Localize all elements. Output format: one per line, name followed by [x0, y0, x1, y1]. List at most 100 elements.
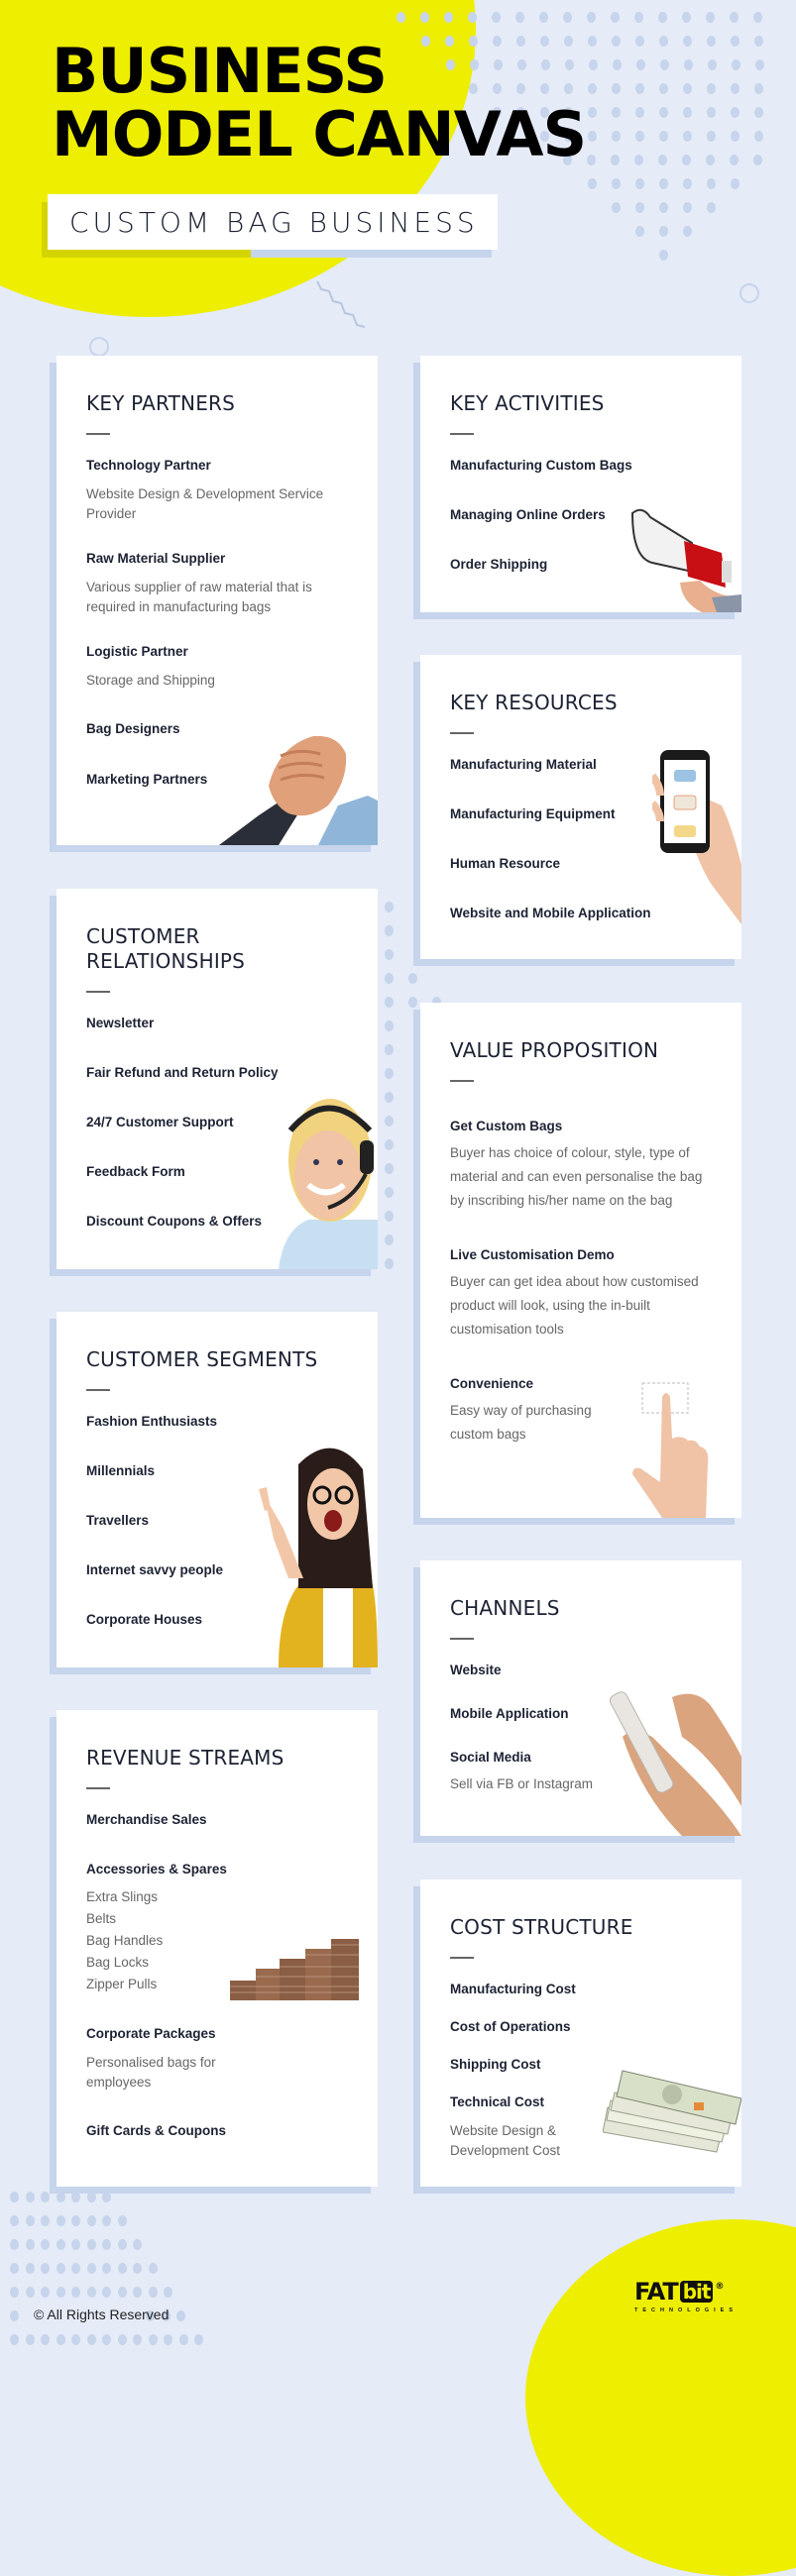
dot-decoration [683, 83, 692, 94]
item-title: Logistic Partner [86, 644, 188, 659]
dot-decoration [612, 178, 621, 189]
dot-decoration [635, 83, 644, 94]
dot-decoration [10, 2334, 19, 2345]
card-body: KEY RESOURCES Manufacturing Material Man… [420, 655, 741, 959]
dot-decoration [10, 2310, 19, 2321]
dot-decoration [731, 131, 739, 142]
dot-decoration [408, 973, 417, 984]
dot-decoration [385, 1044, 394, 1055]
dot-decoration [706, 155, 715, 165]
dot-decoration [385, 1092, 394, 1103]
dot-decoration [635, 36, 644, 47]
dot-decoration [385, 1116, 394, 1127]
list-item: Corporate Packages Personalised bags for… [86, 2025, 235, 2093]
dot-decoration [56, 2263, 65, 2274]
dot-decoration [753, 12, 762, 23]
dot-decoration [194, 2334, 203, 2345]
dot-decoration [102, 2263, 111, 2274]
item-title: Convenience [450, 1376, 534, 1391]
dot-decoration [658, 155, 667, 165]
dot-decoration [86, 2287, 96, 2298]
item-title: Technology Partner [86, 458, 211, 473]
dot-decoration [683, 36, 692, 47]
card-customer-relationships: CUSTOMER RELATIONSHIPS Newsletter Fair R… [50, 889, 378, 1276]
dot-decoration [102, 2215, 111, 2226]
title-rule [86, 433, 110, 435]
smartphone-icon [652, 750, 741, 924]
cash-bundle-icon [603, 2070, 741, 2153]
dot-decoration [707, 107, 716, 118]
dot-decoration [176, 2310, 185, 2321]
dot-decoration [178, 2334, 188, 2345]
item-title: Cost of Operations [450, 2019, 571, 2034]
dot-decoration [10, 2192, 19, 2202]
dot-decoration [612, 131, 621, 142]
dot-decoration [753, 155, 762, 165]
dot-decoration [71, 2215, 80, 2226]
fatbit-logo[interactable]: FAT bit ® TECHNOLOGIES [634, 2278, 738, 2313]
dot-decoration [25, 2334, 35, 2345]
dot-decoration [133, 2239, 142, 2250]
list-item: Technical Cost Website Design & Developm… [450, 2093, 579, 2161]
dot-decoration [515, 12, 524, 23]
dot-decoration [707, 131, 716, 142]
dot-decoration [683, 226, 692, 237]
logo-wordmark: FAT bit ® [634, 2278, 738, 2306]
dot-decoration [117, 2287, 127, 2298]
list-item: Convenience Easy way of purchasing custo… [450, 1375, 599, 1447]
card-channels: CHANNELS Website Mobile Application Soci… [413, 1560, 741, 1843]
title-rule [86, 1389, 110, 1391]
ring-decoration [89, 337, 109, 357]
item-desc: Buyer has choice of colour, style, type … [450, 1145, 703, 1208]
dot-decoration [659, 250, 668, 261]
card-key-resources: KEY RESOURCES Manufacturing Material Man… [413, 655, 741, 966]
dot-decoration [148, 2334, 158, 2345]
dot-decoration [148, 2263, 158, 2274]
dot-decoration [164, 2287, 172, 2298]
coin-stacks-icon [230, 1939, 359, 2000]
dot-decoration [659, 178, 668, 189]
dot-decoration [133, 2334, 142, 2345]
dot-decoration [385, 1234, 394, 1245]
dot-decoration [707, 178, 716, 189]
dot-decoration [56, 2239, 65, 2250]
excited-woman-icon [259, 1448, 378, 1667]
dot-decoration [754, 83, 763, 94]
dot-decoration [754, 36, 763, 47]
dot-decoration [731, 83, 739, 94]
dot-decoration [635, 131, 644, 142]
dot-decoration [41, 2215, 50, 2226]
dot-decoration [148, 2287, 158, 2298]
list-item: Cost of Operations [450, 2018, 712, 2036]
dot-decoration [707, 36, 716, 47]
dot-decoration [659, 36, 668, 47]
item-title: Technical Cost [450, 2094, 545, 2109]
yellow-blob-bottom [525, 2219, 796, 2576]
dot-decoration [659, 83, 668, 94]
item-desc: Website Design & Development Cost [450, 2123, 561, 2158]
dot-decoration [732, 59, 740, 70]
dot-decoration [706, 12, 715, 23]
dot-decoration [539, 12, 548, 23]
dot-decoration [71, 2287, 80, 2298]
dot-decoration [730, 12, 739, 23]
dot-decoration [385, 925, 394, 936]
dot-decoration [385, 902, 394, 912]
dot-decoration [588, 178, 597, 189]
card-body: KEY ACTIVITIES Manufacturing Custom Bags… [420, 356, 741, 612]
dot-decoration [133, 2287, 142, 2298]
dot-decoration [612, 107, 621, 118]
dot-decoration [683, 202, 692, 213]
card-title: KEY ACTIVITIES [450, 391, 605, 415]
dot-decoration [385, 1068, 394, 1079]
dot-decoration [56, 2334, 65, 2345]
dot-decoration [587, 12, 596, 23]
sub-item: Extra Slings [86, 1889, 159, 1904]
dot-decoration [731, 178, 739, 189]
dot-decoration [658, 12, 667, 23]
dot-decoration [420, 12, 429, 23]
card-title: CUSTOMER RELATIONSHIPS [86, 924, 348, 974]
dot-decoration [612, 202, 621, 213]
title-line-1: BUSINESS [52, 35, 388, 107]
dot-decoration [86, 2215, 96, 2226]
